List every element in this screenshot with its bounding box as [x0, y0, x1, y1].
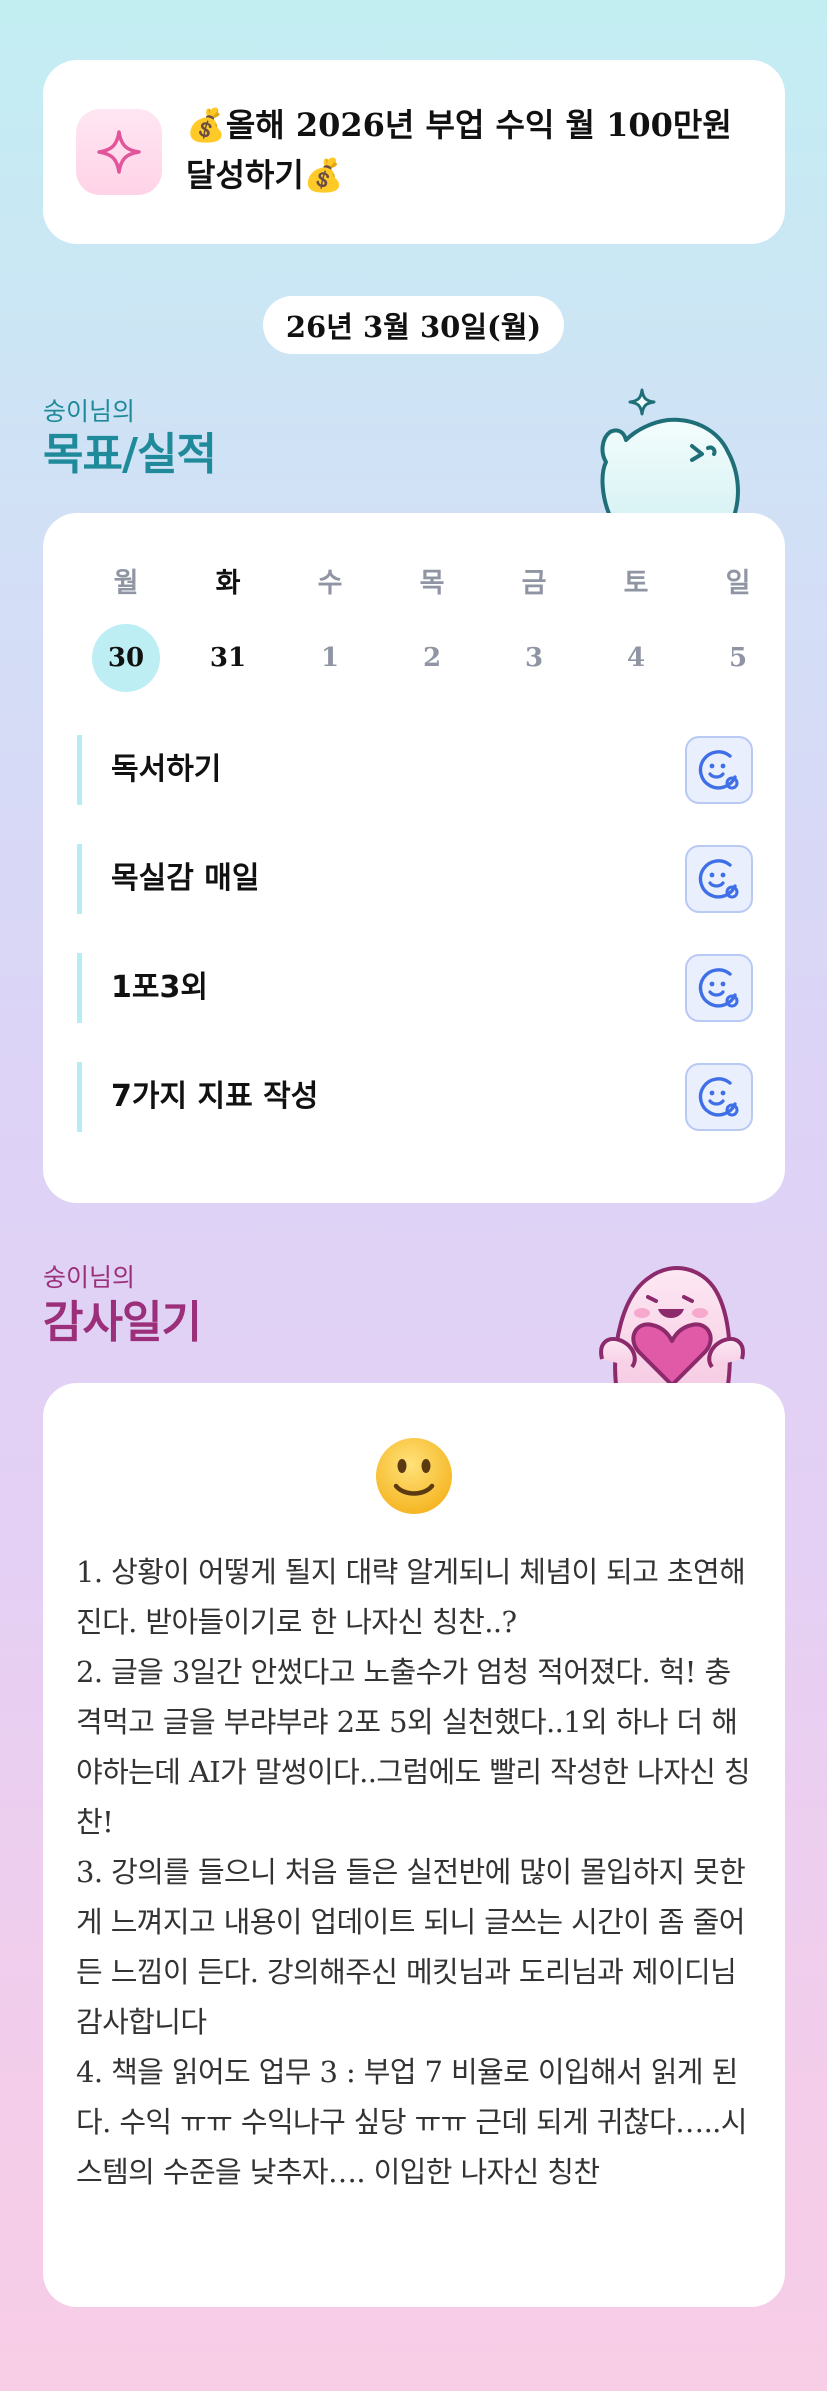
- mascot-heart-icon: [599, 1266, 745, 1385]
- task-label: 독서하기: [111, 752, 222, 787]
- calendar-day[interactable]: 3: [483, 624, 585, 692]
- weekday-label: 금: [521, 568, 547, 599]
- task-label: 7가지 지표 작성: [111, 1079, 319, 1114]
- smiley-check-icon: [698, 859, 739, 899]
- date-pill[interactable]: 26년 3월 30일(월): [263, 296, 564, 354]
- date-row: 30 31 1 2 3 4 5: [75, 624, 753, 692]
- task-label: 1포3외: [111, 970, 208, 1005]
- task-label: 목실감 매일: [111, 861, 260, 896]
- calendar-day[interactable]: 5: [687, 624, 789, 692]
- weekday-label: 월: [113, 568, 139, 599]
- weekday-label: 일: [725, 568, 751, 599]
- calendar-day[interactable]: 2: [381, 624, 483, 692]
- task-status-button[interactable]: [685, 845, 753, 913]
- task-status-button[interactable]: [685, 954, 753, 1022]
- calendar-day[interactable]: 4: [585, 624, 687, 692]
- smiley-check-icon: [698, 750, 739, 790]
- calendar-day[interactable]: 1: [279, 624, 381, 692]
- weekday-row: 월 화 수 목 금 토 일: [75, 561, 753, 600]
- weekday-label: 수: [317, 568, 343, 599]
- gratitude-card: 1. 상황이 어떻게 될지 대략 알게되니 체념이 되고 초연해진다. 받아들이…: [43, 1383, 785, 2307]
- goals-section-title: 목표/실적: [43, 429, 217, 480]
- calendar-day-selected[interactable]: 30: [75, 624, 177, 692]
- slightly-smiling-face-icon: [376, 1438, 452, 1514]
- gratitude-section-title: 감사일기: [43, 1297, 202, 1348]
- calendar-day[interactable]: 31: [177, 624, 279, 692]
- sparkle-icon: [76, 109, 162, 195]
- task-item: 7가지 지표 작성: [77, 1062, 753, 1132]
- goal-text: 💰올해 2026년 부업 수익 월 100만원 달성하기💰: [186, 106, 732, 194]
- task-status-button[interactable]: [685, 736, 753, 804]
- weekday-label: 화: [215, 568, 241, 599]
- task-item: 독서하기: [77, 735, 753, 805]
- goal-card[interactable]: 💰올해 2026년 부업 수익 월 100만원 달성하기💰: [43, 60, 785, 244]
- task-item: 1포3외: [77, 953, 753, 1023]
- gratitude-text: 1. 상황이 어떻게 될지 대략 알게되니 체념이 되고 초연해진다. 받아들이…: [76, 1555, 751, 2189]
- mascot-cloud-icon: [600, 388, 740, 518]
- weekday-label: 토: [623, 568, 649, 599]
- smiley-check-icon: [698, 968, 739, 1008]
- goals-card: 월 화 수 목 금 토 일 30 31 1 2 3 4 5 독서하기 목실감 매…: [43, 513, 785, 1203]
- task-status-button[interactable]: [685, 1063, 753, 1131]
- task-item: 목실감 매일: [77, 844, 753, 914]
- weekday-label: 목: [419, 568, 445, 599]
- smiley-check-icon: [698, 1077, 739, 1117]
